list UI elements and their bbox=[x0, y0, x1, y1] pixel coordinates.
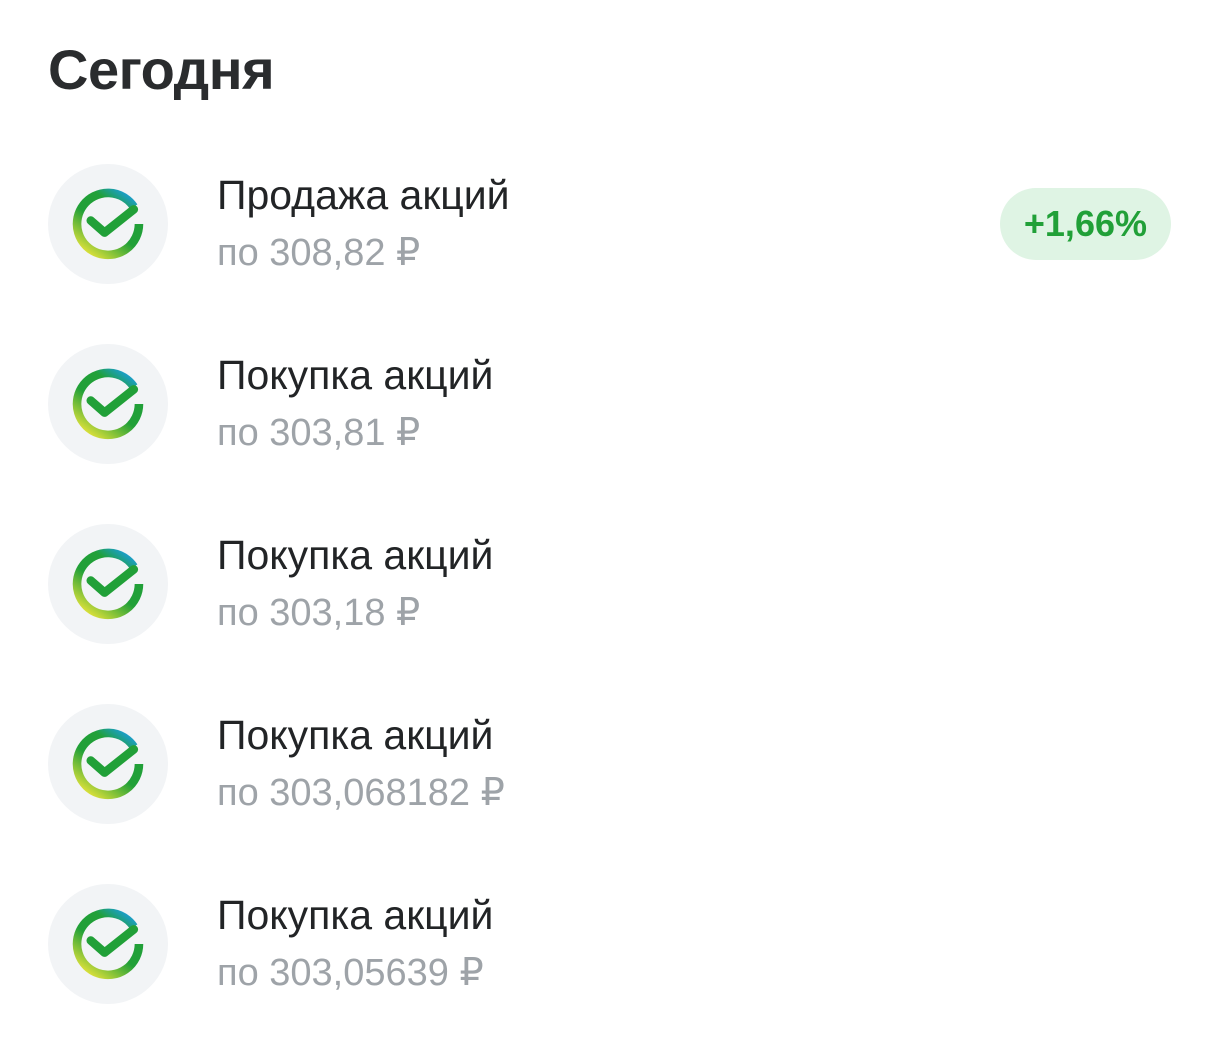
sber-logo-icon bbox=[48, 164, 168, 284]
operation-price: по 303,068182 ₽ bbox=[217, 772, 505, 814]
operation-row[interactable]: Покупка акций по 303,81 ₽ bbox=[0, 344, 1220, 524]
section-title: Сегодня bbox=[48, 38, 275, 101]
operation-row[interactable]: Продажа акций по 308,82 ₽ +1,66% bbox=[0, 164, 1220, 344]
operation-row[interactable]: Покупка акций по 303,068182 ₽ bbox=[0, 704, 1220, 884]
operation-title: Покупка акций bbox=[217, 352, 494, 398]
operations-list: Продажа акций по 308,82 ₽ +1,66% Покупка… bbox=[0, 164, 1220, 1064]
operation-price: по 303,05639 ₽ bbox=[217, 952, 484, 994]
operation-row[interactable]: Покупка акций по 303,05639 ₽ bbox=[0, 884, 1220, 1064]
profit-badge: +1,66% bbox=[999, 188, 1171, 260]
operation-title: Покупка акций bbox=[217, 532, 494, 578]
operation-title: Покупка акций bbox=[217, 892, 494, 938]
operation-price: по 303,81 ₽ bbox=[217, 412, 421, 454]
sber-logo-icon bbox=[48, 344, 168, 464]
sber-logo-icon bbox=[48, 524, 168, 644]
operation-title: Продажа акций bbox=[217, 172, 510, 218]
operation-title: Покупка акций bbox=[217, 712, 494, 758]
sber-logo-icon bbox=[48, 884, 168, 1004]
operation-price: по 303,18 ₽ bbox=[217, 592, 421, 634]
sber-logo-icon bbox=[48, 704, 168, 824]
operation-price: по 308,82 ₽ bbox=[217, 232, 421, 274]
operation-row[interactable]: Покупка акций по 303,18 ₽ bbox=[0, 524, 1220, 704]
